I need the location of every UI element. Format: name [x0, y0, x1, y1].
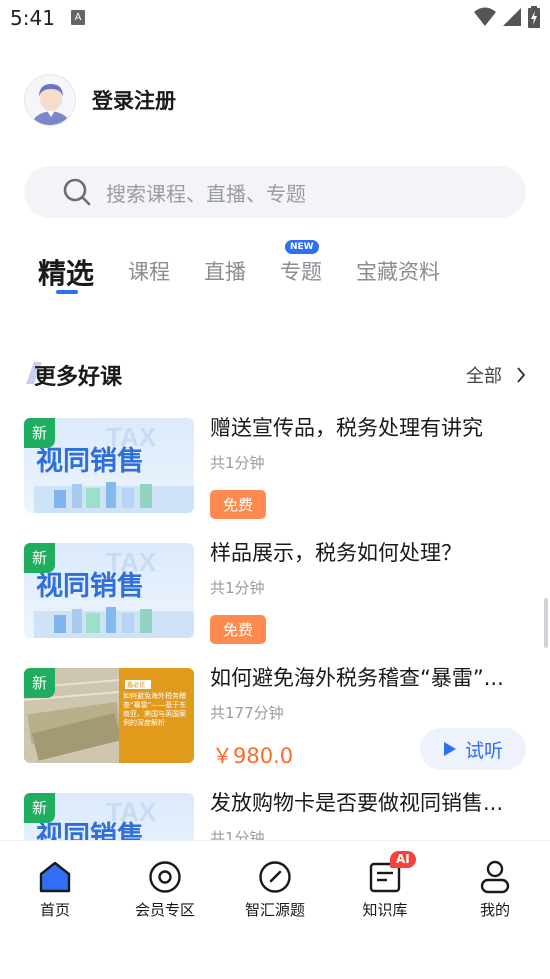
category-tabs: 精选 课程 直播 NEW 专题 宝藏资料: [38, 240, 538, 300]
avatar[interactable]: [24, 74, 76, 126]
course-item[interactable]: 新 TAX 视同销售 赠送宣传品，税务处理有讲究 共1分钟 免费: [24, 410, 526, 520]
system-nav-area: [0, 930, 550, 979]
course-item[interactable]: 新 TAX 视同销售 样品展示，税务如何处理？ 共1分钟 免费: [24, 535, 526, 645]
home-icon: [39, 861, 71, 893]
login-entry[interactable]: 登录注册: [24, 74, 176, 126]
default-avatar-icon: [25, 75, 75, 125]
course-thumbnail[interactable]: 新 鑫必优 如何避免海外税务稽查“暴雷”——基于东南亚、美国与英国案例的深度解析: [24, 668, 194, 763]
search-placeholder: 搜索课程、直播、专题: [106, 181, 306, 206]
trial-listen-button[interactable]: 试听: [420, 728, 526, 770]
course-duration: 共177分钟: [210, 704, 284, 722]
search-bar[interactable]: 搜索课程、直播、专题: [24, 166, 526, 218]
user-icon: [480, 860, 510, 894]
nav-mine-label: 我的: [479, 901, 510, 919]
signal-icon: [503, 8, 521, 26]
section-header: 更多好课 全部: [24, 352, 526, 396]
course-title[interactable]: 如何避免海外税务稽查“暴雷”...: [210, 662, 526, 692]
section-title: 更多好课: [34, 365, 123, 390]
chevron-right-icon: [517, 367, 526, 383]
course-list: 新 TAX 视同销售 赠送宣传品，税务处理有讲究 共1分钟 免费 新 TAX 视…: [24, 410, 526, 840]
thumb-tag: 鑫必优: [127, 681, 145, 689]
bottom-nav: 首页 会员专区 智汇源题 AI 知识库 我的: [0, 840, 550, 930]
wifi-icon: [474, 7, 496, 26]
course-item[interactable]: 新 TAX 视同销售 发放购物卡是否要做视同销售... 共1分钟: [24, 785, 526, 840]
course-title[interactable]: 样品展示，税务如何处理？: [210, 537, 526, 567]
trial-listen-label: 试听: [464, 739, 503, 762]
tab-topics[interactable]: 专题: [280, 256, 322, 286]
new-badge: NEW: [285, 240, 319, 254]
active-tab-indicator: [56, 290, 78, 294]
member-icon: [149, 861, 181, 893]
course-price: ￥980.0: [212, 744, 294, 768]
tab-live[interactable]: 直播: [204, 256, 246, 286]
tab-featured[interactable]: 精选: [38, 252, 94, 292]
nav-home[interactable]: 首页: [0, 859, 110, 920]
tab-courses[interactable]: 课程: [128, 256, 170, 286]
course-duration: 共1分钟: [210, 829, 265, 840]
notification-a-icon: A: [71, 10, 85, 25]
view-all-label: 全部: [466, 366, 502, 387]
course-duration: 共1分钟: [210, 454, 265, 472]
course-item[interactable]: 新 鑫必优 如何避免海外税务稽查“暴雷”——基于东南亚、美国与英国案例的深度解析…: [24, 660, 526, 770]
thumb-title: 视同销售: [36, 570, 144, 602]
nav-knowledge-label: 知识库: [362, 901, 408, 919]
nav-questions[interactable]: 智汇源题: [220, 859, 330, 920]
scrollbar[interactable]: [544, 598, 548, 648]
nav-mine[interactable]: 我的: [440, 859, 550, 920]
new-tag: 新: [24, 668, 55, 698]
battery-icon: [528, 6, 540, 28]
thumb-title: 视同销售: [36, 445, 144, 477]
course-title[interactable]: 发放购物卡是否要做视同销售...: [210, 787, 526, 817]
thumb-title: 视同销售: [36, 820, 144, 840]
thumb-title: 如何避免海外税务稽查“暴雷”——基于东南亚、美国与英国案例的深度解析: [123, 692, 187, 727]
play-icon: [443, 742, 456, 756]
status-icons: [474, 6, 540, 28]
ai-badge: AI: [390, 851, 416, 868]
course-title[interactable]: 赠送宣传品，税务处理有讲究: [210, 412, 526, 442]
nav-member-label: 会员专区: [134, 901, 195, 919]
login-register-link[interactable]: 登录注册: [92, 85, 176, 115]
free-tag: 免费: [210, 490, 267, 519]
nav-home-label: 首页: [39, 901, 70, 919]
status-bar: 5:41 A: [0, 0, 550, 38]
compass-icon: [259, 861, 291, 893]
nav-questions-label: 智汇源题: [244, 901, 305, 919]
status-time: 5:41: [10, 6, 55, 30]
tab-treasure-materials[interactable]: 宝藏资料: [356, 256, 440, 286]
new-tag: 新: [24, 543, 55, 573]
course-thumbnail[interactable]: 新 TAX 视同销售: [24, 418, 194, 513]
view-all-link[interactable]: 全部: [466, 362, 526, 388]
search-icon: [63, 178, 91, 206]
new-tag: 新: [24, 793, 55, 823]
course-thumbnail[interactable]: 新 TAX 视同销售: [24, 543, 194, 638]
free-tag: 免费: [210, 615, 267, 644]
course-thumbnail[interactable]: 新 TAX 视同销售: [24, 793, 194, 840]
course-duration: 共1分钟: [210, 579, 265, 597]
nav-member[interactable]: 会员专区: [110, 859, 220, 920]
new-tag: 新: [24, 418, 55, 448]
nav-knowledge[interactable]: AI 知识库: [330, 851, 440, 920]
